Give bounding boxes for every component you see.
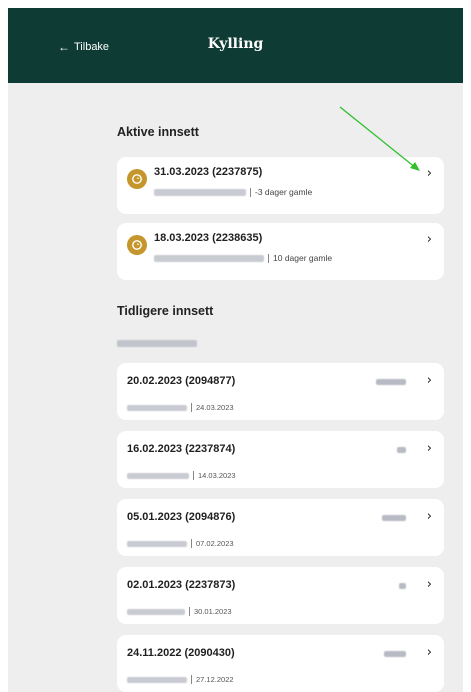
active-section-title: Aktive innsett (117, 125, 199, 139)
app-screen: ← Tilbake Kylling Aktive innsett 31.03.2… (8, 8, 463, 692)
chevron-right-icon[interactable]: › (427, 577, 432, 592)
redacted-text (384, 651, 406, 657)
previous-item-date: 02.01.2023 (2237873) (127, 579, 236, 591)
redacted-text (382, 515, 406, 521)
chevron-right-icon[interactable]: › (427, 441, 432, 456)
redacted-text (127, 540, 187, 547)
divider (191, 675, 192, 684)
chevron-right-icon[interactable]: › (427, 166, 432, 181)
chevron-right-icon[interactable]: › (427, 232, 432, 247)
previous-item-end-date: 14.03.2023 (198, 471, 236, 480)
previous-item-date: 16.02.2023 (2237874) (127, 443, 236, 455)
redacted-text (127, 676, 187, 683)
previous-item-date: 20.02.2023 (2094877) (127, 375, 236, 387)
previous-item-card[interactable]: 20.02.2023 (2094877) › 24.03.2023 (117, 363, 444, 420)
redacted-text (397, 447, 406, 453)
active-item-date: 31.03.2023 (2237875) (154, 166, 263, 178)
redacted-text (399, 583, 406, 589)
redacted-text (127, 472, 189, 479)
chevron-right-icon[interactable]: › (427, 645, 432, 660)
page-title: Kylling (207, 36, 264, 52)
chevron-right-icon[interactable]: › (427, 373, 432, 388)
divider (191, 403, 192, 412)
previous-item-date: 24.11.2022 (2090430) (127, 647, 235, 659)
previous-item-subtitle: 07.02.2023 (127, 539, 234, 548)
redacted-group-label (117, 340, 197, 347)
previous-item-subtitle: 24.03.2023 (127, 403, 234, 412)
previous-item-card[interactable]: 16.02.2023 (2237874) › 14.03.2023 (117, 431, 444, 488)
divider (191, 539, 192, 548)
previous-item-subtitle: 30.01.2023 (127, 607, 232, 616)
previous-item-subtitle: 27.12.2022 (127, 675, 234, 684)
active-item-age: -3 dager gamle (255, 187, 313, 197)
previous-item-card[interactable]: 05.01.2023 (2094876) › 07.02.2023 (117, 499, 444, 556)
redacted-text (376, 379, 406, 385)
previous-item-end-date: 27.12.2022 (196, 675, 234, 684)
divider (189, 607, 190, 616)
redacted-text (127, 404, 187, 411)
redacted-text (127, 608, 185, 615)
previous-item-subtitle: 14.03.2023 (127, 471, 236, 480)
active-item-card[interactable]: 18.03.2023 (2238635) 10 dager gamle › (117, 223, 444, 280)
active-item-subtitle: -3 dager gamle (154, 187, 312, 197)
chick-icon (127, 169, 147, 189)
redacted-text (154, 254, 264, 262)
previous-item-card[interactable]: 02.01.2023 (2237873) › 30.01.2023 (117, 567, 444, 624)
divider (250, 187, 251, 197)
previous-item-end-date: 07.02.2023 (196, 539, 234, 548)
previous-item-date: 05.01.2023 (2094876) (127, 511, 236, 523)
previous-item-end-date: 24.03.2023 (196, 403, 234, 412)
previous-section-title: Tidligere innsett (117, 304, 214, 318)
header-bar: ← Tilbake Kylling (8, 8, 463, 83)
previous-item-end-date: 30.01.2023 (194, 607, 232, 616)
previous-item-card[interactable]: 24.11.2022 (2090430) › 27.12.2022 (117, 635, 444, 692)
chick-icon (127, 235, 147, 255)
chevron-right-icon[interactable]: › (427, 509, 432, 524)
active-item-subtitle: 10 dager gamle (154, 253, 332, 263)
active-item-date: 18.03.2023 (2238635) (154, 232, 263, 244)
active-item-card[interactable]: 31.03.2023 (2237875) -3 dager gamle › (117, 157, 444, 214)
active-item-age: 10 dager gamle (273, 253, 333, 263)
divider (193, 471, 194, 480)
divider (268, 253, 269, 263)
redacted-text (154, 188, 246, 196)
